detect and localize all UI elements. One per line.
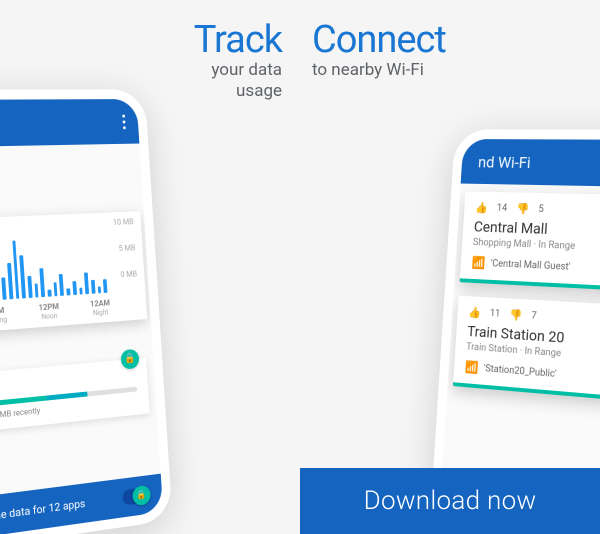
download-now-button[interactable]: Download now (300, 468, 600, 534)
headline-connect: Connect to nearby Wi-Fi (312, 18, 446, 81)
headline-sub: your data usage (194, 60, 282, 103)
app-usage-card[interactable]: 🔒 Video App 7 MB used today · 2 MB recen… (0, 358, 150, 439)
usage-chart-card: 10 MB5 MB0 MB Yesterday 12AMMorning 12PM… (0, 211, 147, 337)
headline-big: Track (194, 18, 282, 62)
topbar-title: nd Wi-Fi (478, 152, 532, 171)
wifi-icon: 📶 (464, 360, 478, 375)
app-topbar: nd Wi-Fi (461, 139, 600, 188)
lock-icon: 🔒 (120, 349, 139, 370)
wifi-card[interactable]: 👍11 👎7Train Station 20Train Station · In… (453, 296, 600, 407)
headline-big: Connect (312, 18, 446, 62)
thumb-up-icon[interactable]: 👍 (475, 201, 488, 214)
wifi-icon: 📶 (471, 256, 485, 270)
more-icon[interactable] (122, 114, 126, 129)
thumb-down-icon[interactable]: 👎 (509, 308, 523, 322)
y-axis-labels: 10 MB5 MB0 MB (113, 217, 138, 279)
blocking-toggle[interactable]: 🔒 (122, 487, 150, 506)
headline-sub: to nearby Wi-Fi (312, 60, 446, 81)
headline-track: Track your data usage (194, 18, 282, 103)
wifi-card[interactable]: 👍14 👎5Central MallShopping Mall · In Ran… (460, 191, 600, 294)
wifi-votes: 👍14 👎5 (475, 201, 600, 220)
wifi-subtitle: Shopping Mall · In Range (473, 237, 600, 256)
phone-mockup-left: a 20MB Mobile data used 10 MB5 MB0 MB Ye… (0, 89, 173, 534)
thumb-up-icon[interactable]: 👍 (468, 306, 481, 319)
blocking-text: Blocking mobile data for 12 apps (0, 497, 86, 531)
wifi-ssid: 📶'Station20_Public' (464, 360, 600, 391)
blocking-bar[interactable]: Blocking mobile data for 12 apps 🔒 (0, 474, 163, 534)
wifi-ssid: 📶'Central Mall Guest' (471, 256, 600, 280)
app-topbar: a (0, 99, 139, 148)
thumb-down-icon[interactable]: 👎 (516, 202, 530, 215)
